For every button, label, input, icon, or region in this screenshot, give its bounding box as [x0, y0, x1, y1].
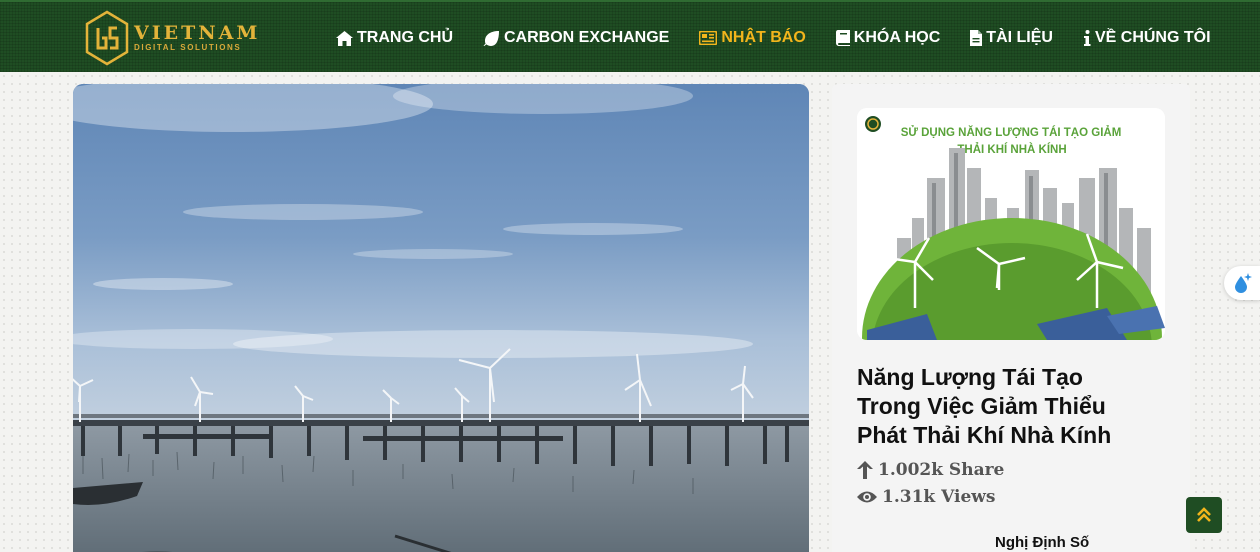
brand-name: VIETNAM [134, 22, 261, 44]
featured-article-image[interactable] [73, 84, 809, 552]
thumb-caption-line2: THẢI KHÍ NHÀ KÍNH [957, 143, 1066, 156]
nav-item-courses[interactable]: KHÓA HỌC [835, 29, 941, 47]
site-header: VIETNAM DIGITAL SOLUTIONS TRANG CHỦ CARB… [0, 0, 1260, 72]
wind-farm-over-water-photo [73, 84, 809, 552]
newspaper-icon [699, 31, 718, 45]
view-count-text: 1.31k Views [882, 487, 996, 507]
article-title[interactable]: Năng Lượng Tái Tạo Trong Việc Giảm Thiểu… [857, 363, 1147, 450]
nav-item-about[interactable]: VỀ CHÚNG TÔI [1083, 29, 1211, 47]
main-nav: TRANG CHỦ CARBON EXCHANGE NHẬT BÁO KHÓA … [336, 24, 1211, 52]
view-count: 1.31k Views [857, 487, 995, 507]
nav-label: TÀI LIỆU [986, 29, 1053, 46]
nav-item-news[interactable]: NHẬT BÁO [699, 29, 806, 47]
nav-label: KHÓA HỌC [853, 29, 941, 46]
article-thumbnail[interactable]: SỬ DỤNG NĂNG LƯỢNG TÁI TẠO GIẢM THẢI KHÍ… [857, 108, 1165, 340]
info-icon [1083, 30, 1091, 46]
eye-icon [857, 491, 877, 503]
nav-label: CARBON EXCHANGE [504, 29, 670, 46]
brand-logo[interactable]: VIETNAM DIGITAL SOLUTIONS [84, 10, 264, 66]
arrow-up-icon [857, 461, 873, 479]
renewable-energy-illustration: SỬ DỤNG NĂNG LƯỢNG TÁI TẠO GIẢM THẢI KHÍ… [857, 108, 1165, 340]
brand-tagline: DIGITAL SOLUTIONS [134, 43, 242, 52]
next-article-title[interactable]: Nghị Định Số [995, 534, 1089, 551]
home-icon [336, 30, 353, 46]
file-icon [970, 30, 983, 46]
nav-label: VỀ CHÚNG TÔI [1094, 29, 1211, 46]
book-icon [835, 30, 850, 46]
nav-label: TRANG CHỦ [357, 29, 453, 46]
sidebar-related-articles: SỬ DỤNG NĂNG LƯỢNG TÁI TẠO GIẢM THẢI KHÍ… [832, 84, 1190, 552]
floating-widget-button[interactable] [1224, 266, 1260, 300]
nav-label: NHẬT BÁO [721, 29, 806, 46]
vds-logo-icon [85, 10, 129, 66]
share-count-text: 1.002k Share [878, 460, 1005, 480]
chevron-double-up-icon [1197, 507, 1211, 522]
nav-item-carbon-exchange[interactable]: CARBON EXCHANGE [483, 29, 669, 47]
nav-item-home[interactable]: TRANG CHỦ [336, 29, 453, 47]
thumb-caption-line1: SỬ DỤNG NĂNG LƯỢNG TÁI TẠO GIẢM [901, 126, 1122, 139]
scroll-to-top-button[interactable] [1186, 497, 1222, 533]
nav-item-documents[interactable]: TÀI LIỆU [970, 29, 1053, 47]
leaf-icon [483, 30, 499, 46]
share-count: 1.002k Share [857, 460, 1004, 480]
water-drop-sparkle-icon [1235, 273, 1252, 293]
